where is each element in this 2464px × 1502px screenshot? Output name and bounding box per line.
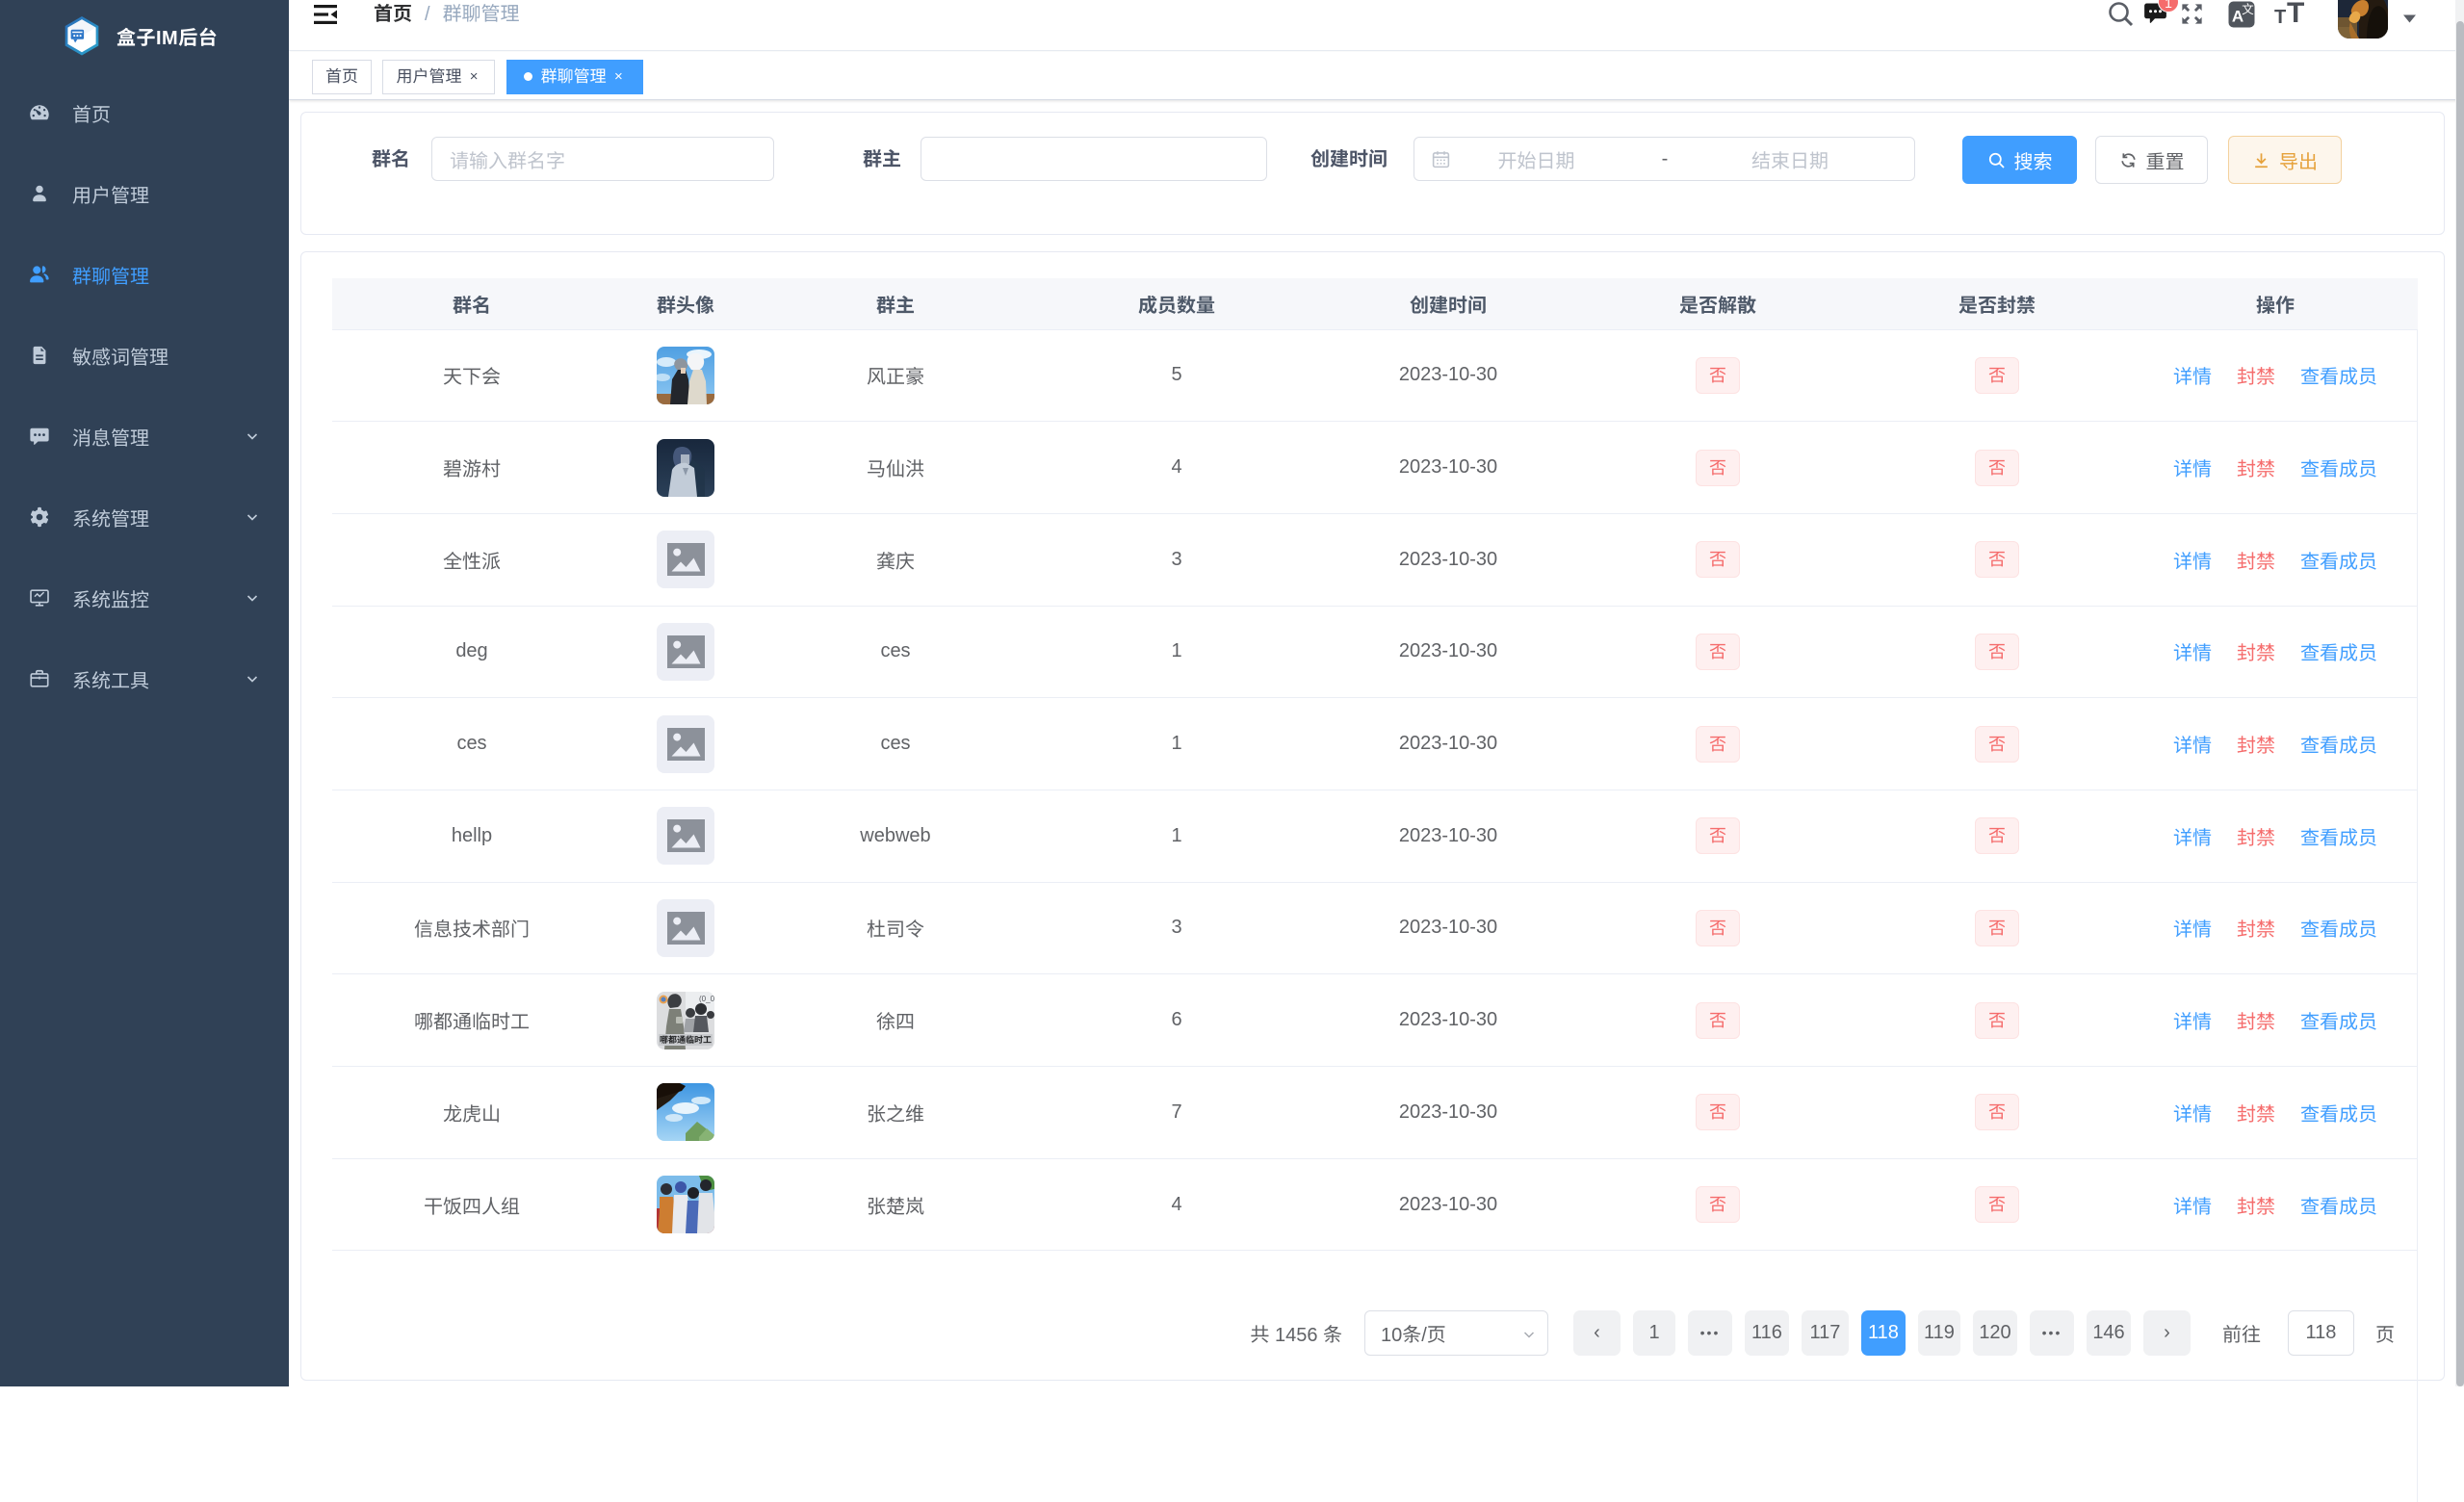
- svg-text:哪都通临时工: 哪都通临时工: [660, 1033, 712, 1046]
- svg-text:(0_0): (0_0): [699, 995, 714, 1003]
- svg-text:文: 文: [2242, 1, 2254, 17]
